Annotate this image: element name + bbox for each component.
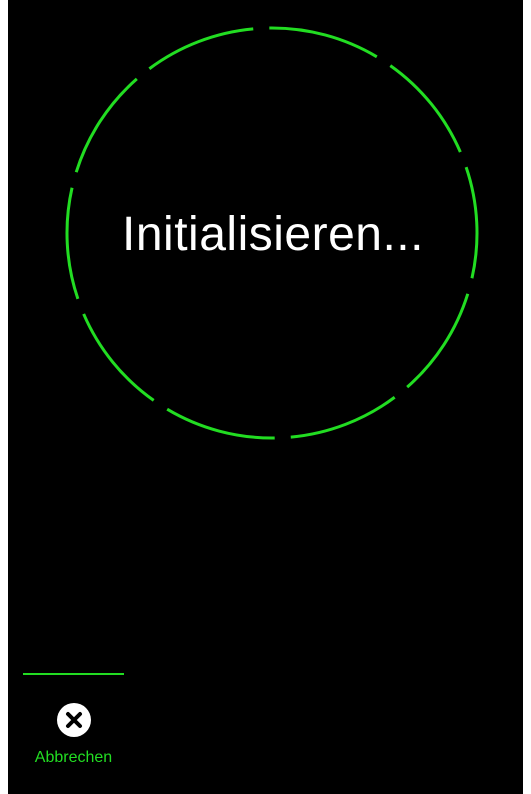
ring-segment (406, 293, 470, 389)
ring-segment (74, 77, 138, 173)
ring-segment (166, 407, 275, 440)
scanner-screen: Initialisieren... Abbrechen (8, 0, 523, 794)
device-frame-right (523, 0, 531, 794)
ring-segment (269, 26, 378, 59)
cancel-button[interactable]: Abbrechen (23, 698, 124, 774)
ring-segment (290, 396, 396, 439)
ring-segment (148, 27, 254, 70)
tab-indicator (23, 673, 124, 675)
device-frame-left (0, 0, 8, 794)
close-circle-icon (57, 703, 91, 737)
cancel-label: Abbrechen (34, 749, 113, 766)
ring-segment (389, 64, 462, 153)
ring-segment (82, 313, 155, 402)
status-message: Initialisieren... (122, 208, 424, 261)
